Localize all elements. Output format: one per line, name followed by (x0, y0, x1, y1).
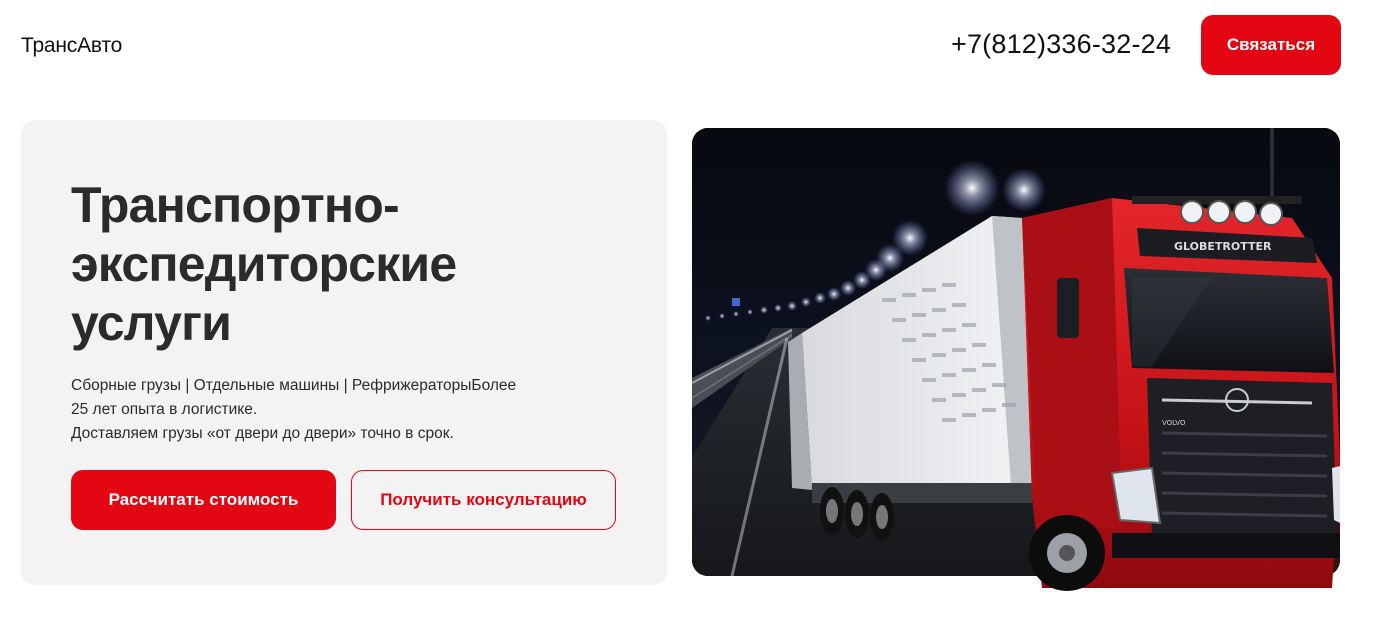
night-road-scene (692, 128, 1340, 576)
hero-title: Транспортно-экспедиторские услуги (71, 177, 457, 351)
hero-card: Транспортно-экспедиторские услуги Сборны… (21, 120, 667, 585)
calculate-cost-button[interactable]: Рассчитать стоимость (71, 470, 336, 530)
get-consultation-button[interactable]: Получить консультацию (351, 470, 616, 530)
hero-description-line: 25 лет опыта в логистике. (71, 401, 258, 418)
hero-description-line: Сборные грузы | Отдельные машины | Рефри… (71, 377, 517, 394)
contact-button[interactable]: Связаться (1201, 15, 1341, 75)
hero-description: Сборные грузы | Отдельные машины | Рефри… (71, 374, 541, 446)
phone-number[interactable]: +7(812)336-32-24 (951, 29, 1171, 60)
hero-description-line: Доставляем грузы «от двери до двери» точ… (71, 425, 454, 442)
site-logo[interactable]: ТрансАвто (21, 34, 122, 58)
hero-truck-image (692, 128, 1340, 576)
